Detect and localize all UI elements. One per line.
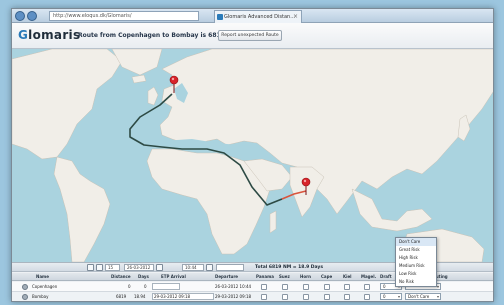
route-total: Total 6819 NM = 18.9 Days [255, 265, 324, 270]
row-days: 18.94 [134, 294, 146, 299]
table-row: Bombay 6819 18.94 29-03-2012 09:18 29-03… [12, 292, 493, 301]
kiel-checkbox[interactable] [344, 284, 350, 290]
port-icon [22, 284, 28, 290]
browser-window: http://www.eloqus.dk/Glomaris/ Glomaris … [11, 8, 494, 302]
routing-option[interactable]: No Risk [396, 278, 436, 286]
calendar-icon[interactable] [156, 264, 163, 271]
routing-option[interactable]: High Risk [396, 254, 436, 262]
routing-option[interactable]: Don't Care [396, 238, 436, 246]
speed-input[interactable]: 15 [105, 264, 120, 271]
col-draft: Draft [380, 274, 392, 279]
col-departure: Departure [215, 274, 239, 279]
row-etp-input[interactable]: 29-03-2012 09:18 [152, 293, 214, 300]
browser-tab[interactable]: Glomaris Advanced Distan... × [214, 10, 302, 23]
draft-select[interactable]: 0▾ [380, 293, 402, 300]
app-header: Glomaris Route from Copenhagen to Bombay… [12, 23, 493, 49]
row-departure: 29-03-2012 09:18 [215, 294, 252, 299]
date-input[interactable]: 26-03-2012 [124, 264, 154, 271]
col-magellan: Magel. [361, 274, 377, 279]
magellan-checkbox[interactable] [364, 294, 370, 300]
row-name: Bombay [32, 294, 49, 299]
land-madagascar [269, 210, 277, 234]
kiel-checkbox[interactable] [344, 294, 350, 300]
refresh-icon[interactable] [96, 264, 103, 271]
tab-title: Glomaris Advanced Distan... [224, 14, 295, 20]
col-name: Name [36, 274, 49, 279]
browser-chrome: http://www.eloqus.dk/Glomaris/ Glomaris … [12, 9, 493, 23]
suez-checkbox[interactable] [282, 294, 288, 300]
row-days: 0 [144, 284, 147, 289]
cape-checkbox[interactable] [324, 294, 330, 300]
routing-option[interactable]: Low Risk [396, 270, 436, 278]
col-horn: Horn [300, 274, 311, 279]
col-kiel: Kiel [343, 274, 352, 279]
row-name: Copenhagen [32, 284, 58, 289]
routing-select[interactable]: Don't Care ▾ [405, 293, 441, 300]
col-cape: Cape [321, 274, 333, 279]
routing-option[interactable]: Medium Risk [396, 262, 436, 270]
col-suez: Suez [279, 274, 290, 279]
address-bar[interactable]: http://www.eloqus.dk/Glomaris/ [49, 11, 199, 21]
forward-button[interactable] [27, 11, 37, 21]
favicon-icon [217, 14, 223, 20]
routing-dropdown[interactable]: Don't Care Great Risk High Risk Medium R… [395, 237, 437, 287]
horn-checkbox[interactable] [303, 284, 309, 290]
col-panama: Panama [256, 274, 274, 279]
clock-icon[interactable] [206, 264, 213, 271]
route-title: Route from Copenhagen to Bombay is 6819 … [78, 32, 238, 39]
row-departure: 26-03-2012 10:44 [215, 284, 252, 289]
panama-checkbox[interactable] [261, 284, 267, 290]
close-tab-icon[interactable]: × [293, 11, 298, 23]
horn-checkbox[interactable] [303, 294, 309, 300]
col-days: Days [138, 274, 149, 279]
time-input[interactable]: 10:44 [182, 264, 204, 271]
col-etp-arrival: ETP Arrival [161, 274, 186, 279]
suez-checkbox[interactable] [282, 284, 288, 290]
glomaris-logo: Glomaris [18, 28, 81, 42]
row-distance: 6819 [116, 294, 127, 299]
row-etp-input[interactable] [152, 283, 180, 290]
row-distance: 0 [128, 284, 131, 289]
timezone-select[interactable] [216, 264, 244, 271]
routing-option[interactable]: Great Risk [396, 246, 436, 254]
magellan-checkbox[interactable] [364, 284, 370, 290]
zoom-icon[interactable] [87, 264, 94, 271]
back-button[interactable] [15, 11, 25, 21]
cape-checkbox[interactable] [324, 284, 330, 290]
world-map[interactable] [12, 49, 493, 262]
col-distance: Distance [111, 274, 131, 279]
port-icon [22, 294, 28, 300]
report-route-button[interactable]: Report unexpected Route [218, 30, 282, 41]
panama-checkbox[interactable] [261, 294, 267, 300]
